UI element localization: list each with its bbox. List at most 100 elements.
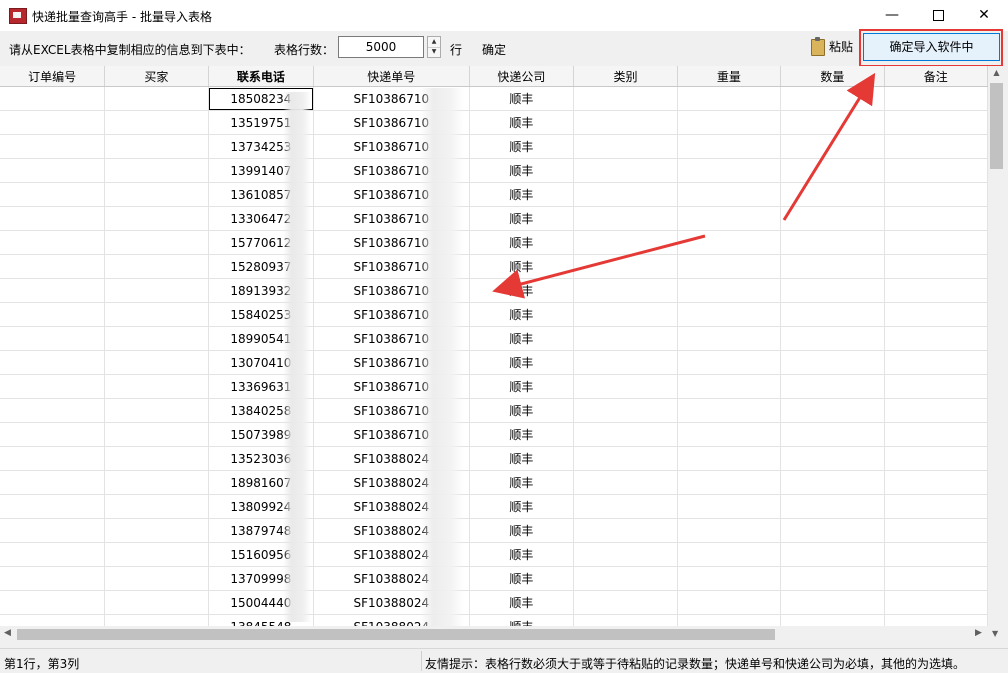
grid-cell[interactable]: [780, 542, 885, 567]
grid-cell[interactable]: [573, 182, 678, 207]
table-row[interactable]: 13519751 SF10386710 顺丰: [0, 110, 988, 135]
grid-cell[interactable]: [677, 302, 782, 327]
grid-cell[interactable]: [104, 590, 209, 615]
grid-cell[interactable]: [677, 134, 782, 159]
grid-cell[interactable]: [677, 158, 782, 183]
grid-cell[interactable]: [780, 374, 885, 399]
grid-cell[interactable]: [884, 590, 988, 615]
table-row[interactable]: 13840258 SF10386710 顺丰: [0, 398, 988, 423]
grid-cell[interactable]: [104, 302, 209, 327]
grid-cell[interactable]: 顺丰: [469, 206, 575, 231]
grid-cell[interactable]: [0, 134, 106, 159]
grid-cell[interactable]: [677, 326, 782, 351]
grid-cell[interactable]: [780, 254, 885, 279]
grid-cell[interactable]: [677, 230, 782, 255]
grid-cell[interactable]: [677, 590, 782, 615]
grid-cell[interactable]: [780, 158, 885, 183]
grid-cell[interactable]: 18508234: [208, 86, 315, 111]
grid-cell[interactable]: [677, 470, 782, 495]
grid-cell[interactable]: SF10386710: [313, 230, 470, 255]
grid-cell[interactable]: SF10388024: [313, 494, 470, 519]
grid-cell[interactable]: 13523036: [208, 446, 315, 471]
grid-cell[interactable]: SF10388024: [313, 518, 470, 543]
grid-cell[interactable]: [677, 494, 782, 519]
grid-cell[interactable]: [573, 470, 678, 495]
grid-cell[interactable]: SF10386710: [313, 254, 470, 279]
column-header[interactable]: 类别: [573, 66, 678, 87]
grid-cell[interactable]: [677, 278, 782, 303]
grid-cell[interactable]: [677, 542, 782, 567]
grid-cell[interactable]: [573, 158, 678, 183]
grid-cell[interactable]: [0, 614, 106, 626]
grid-cell[interactable]: 顺丰: [469, 230, 575, 255]
grid-cell[interactable]: [0, 230, 106, 255]
grid-cell[interactable]: [780, 494, 885, 519]
grid-cell[interactable]: [884, 398, 988, 423]
grid-cell[interactable]: 15004440: [208, 590, 315, 615]
grid-cell[interactable]: [0, 590, 106, 615]
grid-cell[interactable]: [0, 518, 106, 543]
grid-cell[interactable]: [104, 542, 209, 567]
confirm-rows-button[interactable]: 确定: [482, 41, 506, 58]
grid-cell[interactable]: 18913932: [208, 278, 315, 303]
column-header[interactable]: 联系电话: [208, 66, 315, 87]
grid-cell[interactable]: [780, 398, 885, 423]
rows-input[interactable]: 5000: [338, 36, 424, 58]
grid-cell[interactable]: [677, 422, 782, 447]
grid-cell[interactable]: 顺丰: [469, 374, 575, 399]
rows-spinner[interactable]: ▲ ▼: [427, 36, 441, 58]
grid-cell[interactable]: [573, 398, 678, 423]
grid-cell[interactable]: 顺丰: [469, 302, 575, 327]
grid-cell[interactable]: [573, 230, 678, 255]
column-header[interactable]: 买家: [104, 66, 209, 87]
grid-cell[interactable]: 13991407: [208, 158, 315, 183]
grid-cell[interactable]: [0, 182, 106, 207]
grid-cell[interactable]: [573, 614, 678, 626]
grid-cell[interactable]: [677, 86, 782, 111]
table-row[interactable]: 13610857 SF10386710 顺丰: [0, 182, 988, 207]
grid-cell[interactable]: [104, 86, 209, 111]
grid-cell[interactable]: [780, 350, 885, 375]
grid-cell[interactable]: [780, 278, 885, 303]
grid-cell[interactable]: [884, 374, 988, 399]
horizontal-scrollbar[interactable]: ◀ ▶: [0, 626, 988, 643]
grid-cell[interactable]: [573, 206, 678, 231]
grid-cell[interactable]: [677, 182, 782, 207]
grid-cell[interactable]: [573, 566, 678, 591]
table-row[interactable]: 13369631 SF10386710 顺丰: [0, 374, 988, 399]
grid-cell[interactable]: [0, 494, 106, 519]
grid-cell[interactable]: [780, 614, 885, 626]
grid-cell[interactable]: [0, 542, 106, 567]
grid-cell[interactable]: [104, 182, 209, 207]
grid-cell[interactable]: 顺丰: [469, 350, 575, 375]
grid-cell[interactable]: 顺丰: [469, 110, 575, 135]
grid-cell[interactable]: [0, 158, 106, 183]
grid-cell[interactable]: 顺丰: [469, 494, 575, 519]
grid-cell[interactable]: [573, 278, 678, 303]
table-row[interactable]: 13809924 SF10388024 顺丰: [0, 494, 988, 519]
grid-cell[interactable]: 顺丰: [469, 182, 575, 207]
grid-cell[interactable]: [780, 230, 885, 255]
grid-cell[interactable]: 15073989: [208, 422, 315, 447]
grid-cell[interactable]: [884, 182, 988, 207]
maximize-button[interactable]: [915, 0, 961, 31]
grid-cell[interactable]: [0, 374, 106, 399]
table-row[interactable]: 13523036 SF10388024 顺丰: [0, 446, 988, 471]
grid-cell[interactable]: [884, 206, 988, 231]
grid-cell[interactable]: 13519751: [208, 110, 315, 135]
grid-cell[interactable]: [780, 182, 885, 207]
table-row[interactable]: 15160956 SF10388024 顺丰: [0, 542, 988, 567]
grid-cell[interactable]: [104, 566, 209, 591]
grid-cell[interactable]: SF10388024: [313, 590, 470, 615]
grid-cell[interactable]: [677, 374, 782, 399]
column-header[interactable]: 重量: [677, 66, 782, 87]
grid-cell[interactable]: [573, 422, 678, 447]
grid-cell[interactable]: [0, 350, 106, 375]
grid-cell[interactable]: [0, 326, 106, 351]
column-header[interactable]: 备注: [884, 66, 988, 87]
scroll-up-icon[interactable]: ▲: [988, 68, 1005, 77]
grid-cell[interactable]: [780, 566, 885, 591]
grid-cell[interactable]: 顺丰: [469, 518, 575, 543]
grid-cell[interactable]: [884, 302, 988, 327]
horizontal-scroll-thumb[interactable]: [17, 629, 775, 640]
